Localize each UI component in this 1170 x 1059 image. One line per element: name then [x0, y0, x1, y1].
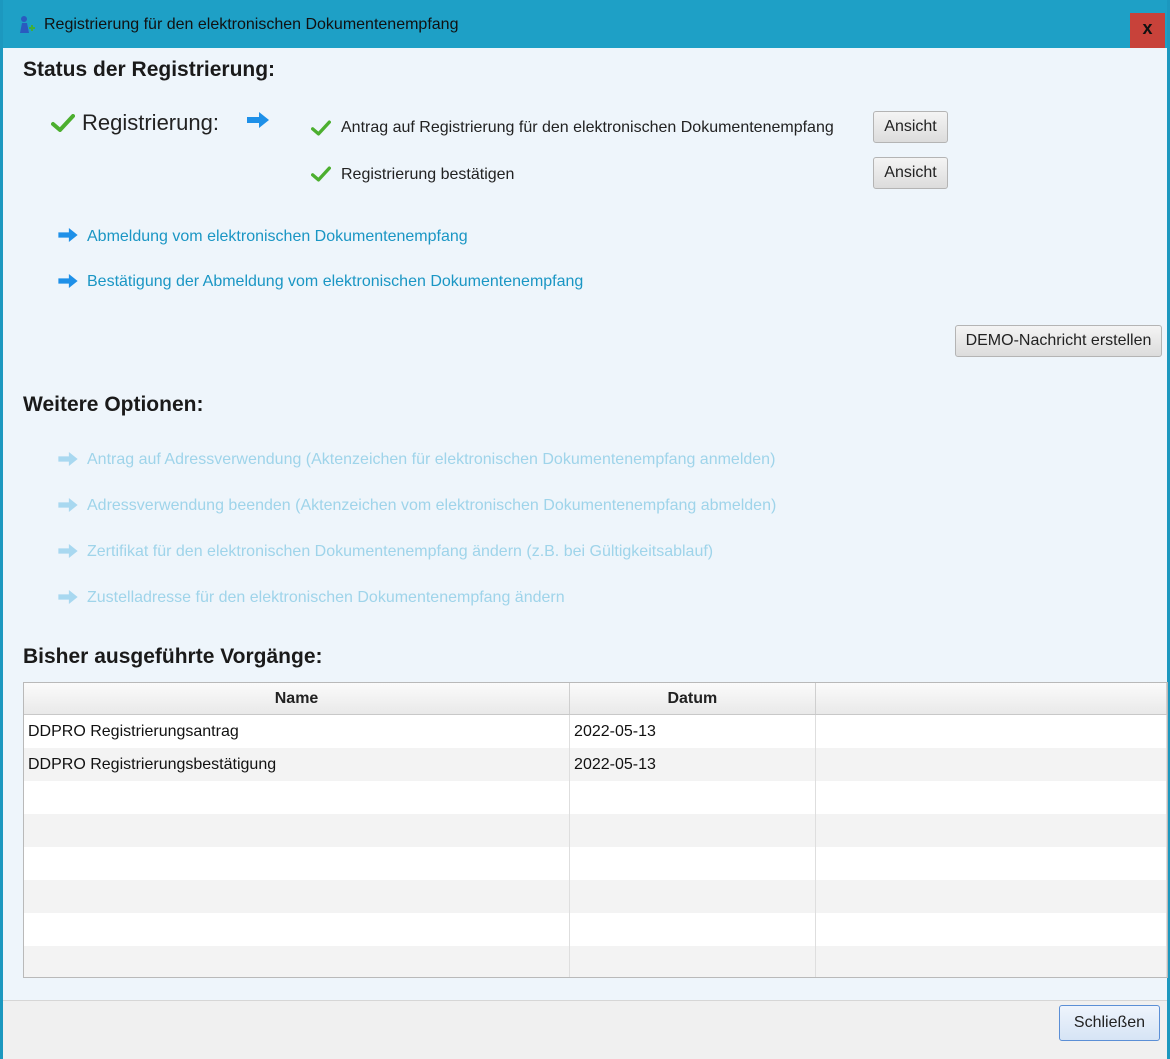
deregistration-link[interactable]: Abmeldung vom elektronischen Dokumentene…: [87, 228, 468, 246]
history-heading: Bisher ausgeführte Vorgänge:: [23, 645, 323, 668]
cell-extra: [816, 946, 1167, 977]
table-body: DDPRO Registrierungsantrag 2022-05-13 DD…: [24, 715, 1167, 977]
table-row[interactable]: DDPRO Registrierungsbestätigung 2022-05-…: [24, 748, 1167, 781]
cell-extra: [816, 814, 1167, 847]
cell-extra: [816, 880, 1167, 913]
arrow-right-icon: [58, 274, 78, 288]
table-header: Name Datum: [24, 683, 1167, 715]
options-heading: Weitere Optionen:: [23, 393, 204, 416]
title-bar[interactable]: Registrierung für den elektronischen Dok…: [3, 0, 1167, 48]
demo-message-button[interactable]: DEMO-Nachricht erstellen: [955, 325, 1162, 357]
arrow-right-icon: [58, 228, 78, 242]
table-row[interactable]: [24, 913, 1167, 946]
cell-extra: [816, 781, 1167, 814]
arrow-right-icon: [247, 112, 269, 128]
cell-name: [24, 913, 571, 946]
column-header-name[interactable]: Name: [24, 683, 571, 714]
step-confirm-label: Registrierung bestätigen: [341, 166, 515, 183]
check-icon: [51, 114, 75, 132]
arrow-right-icon: [58, 544, 78, 558]
cell-name: DDPRO Registrierungsbestätigung: [24, 748, 571, 781]
cell-extra: [816, 748, 1167, 781]
deregistration-confirm-link[interactable]: Bestätigung der Abmeldung vom elektronis…: [87, 273, 583, 291]
cell-extra: [816, 847, 1167, 880]
cell-date: [570, 946, 816, 977]
dialog-footer: Schließen: [3, 1000, 1167, 1059]
history-table[interactable]: Name Datum DDPRO Registrierungsantrag 20…: [23, 682, 1168, 978]
close-window-button[interactable]: x: [1130, 13, 1165, 48]
view-request-button[interactable]: Ansicht: [873, 111, 948, 143]
step-request-label: Antrag auf Registrierung für den elektro…: [341, 119, 834, 136]
column-header-extra[interactable]: [816, 683, 1167, 714]
table-row[interactable]: [24, 847, 1167, 880]
cell-date: [570, 847, 816, 880]
cell-name: DDPRO Registrierungsantrag: [24, 715, 571, 748]
check-icon: [311, 166, 331, 182]
cell-date: [570, 814, 816, 847]
cell-name: [24, 781, 571, 814]
window-title: Registrierung für den elektronischen Dok…: [44, 16, 459, 33]
cell-date: [570, 880, 816, 913]
table-row[interactable]: [24, 880, 1167, 913]
arrow-right-icon: [58, 498, 78, 512]
column-header-date[interactable]: Datum: [570, 683, 816, 714]
table-row[interactable]: [24, 946, 1167, 977]
dialog-window: Registrierung für den elektronischen Dok…: [0, 0, 1170, 1059]
cell-name: [24, 880, 571, 913]
option-certificate-link: Zertifikat für den elektronischen Dokume…: [87, 543, 714, 560]
cell-name: [24, 814, 571, 847]
app-icon: [20, 16, 35, 33]
arrow-right-icon: [58, 452, 78, 466]
table-row[interactable]: DDPRO Registrierungsantrag 2022-05-13: [24, 715, 1167, 748]
cell-date: 2022-05-13: [570, 748, 816, 781]
cell-date: [570, 913, 816, 946]
check-icon: [311, 120, 331, 136]
option-address-use-link: Antrag auf Adressverwendung (Aktenzeiche…: [87, 451, 776, 468]
table-row[interactable]: [24, 781, 1167, 814]
table-row[interactable]: [24, 814, 1167, 847]
cell-name: [24, 946, 571, 977]
cell-extra: [816, 715, 1167, 748]
cell-name: [24, 847, 571, 880]
option-delivery-address-link: Zustelladresse für den elektronischen Do…: [87, 589, 565, 606]
option-end-address-use-link: Adressverwendung beenden (Aktenzeichen v…: [87, 497, 777, 514]
close-button[interactable]: Schließen: [1059, 1005, 1160, 1041]
registration-label: Registrierung:: [82, 110, 219, 135]
cell-date: [570, 781, 816, 814]
arrow-right-icon: [58, 590, 78, 604]
status-heading: Status der Registrierung:: [23, 58, 276, 81]
view-confirmation-button[interactable]: Ansicht: [873, 157, 948, 189]
cell-date: 2022-05-13: [570, 715, 816, 748]
cell-extra: [816, 913, 1167, 946]
